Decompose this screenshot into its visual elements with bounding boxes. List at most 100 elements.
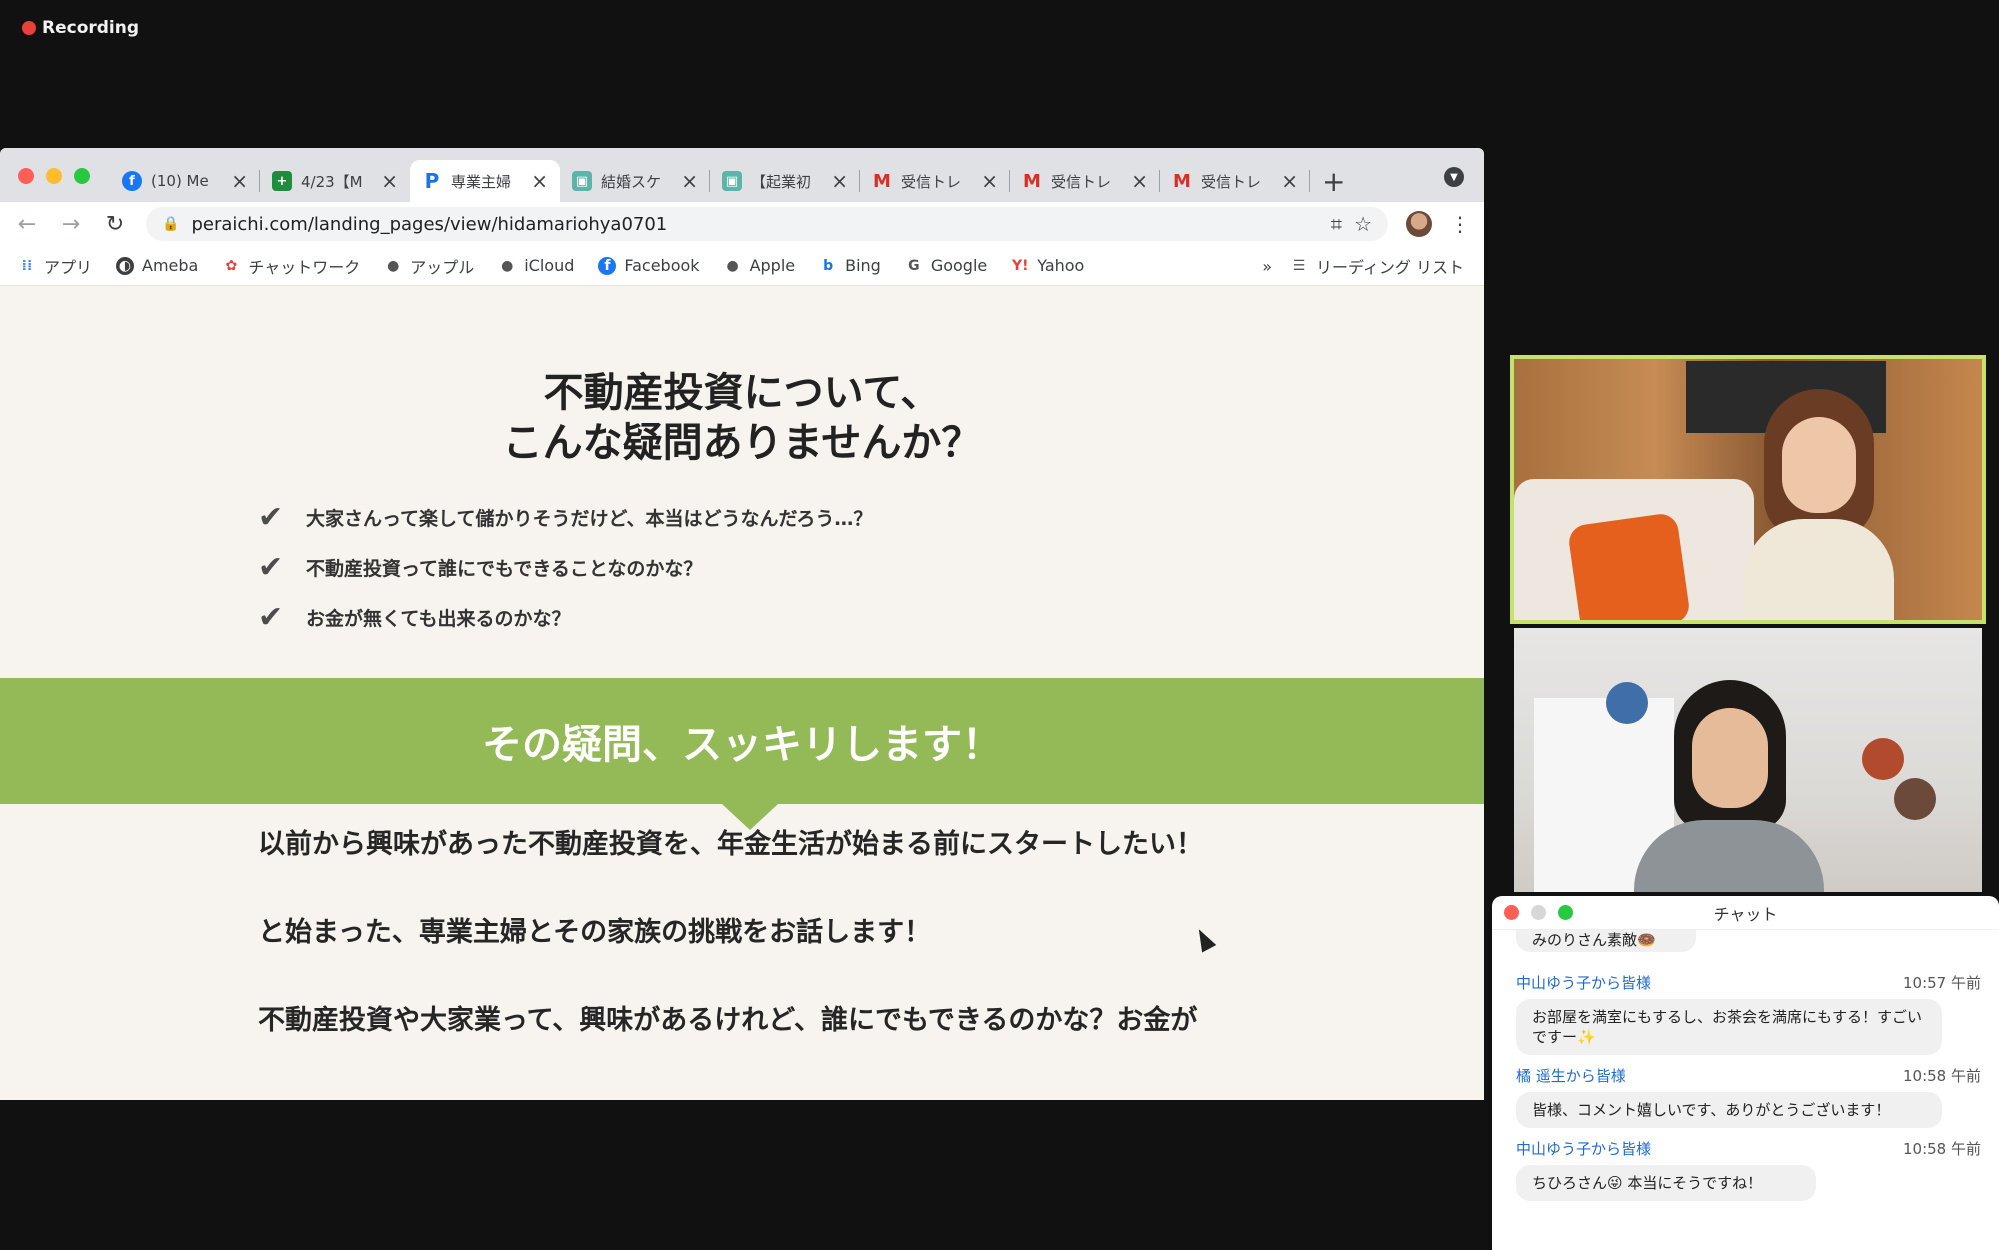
tab-label: 【起業初	[751, 172, 812, 191]
sheets-icon: +	[272, 171, 292, 191]
tab-search-icon[interactable]: ▼	[1444, 167, 1464, 187]
tab-label: 4/23【M	[301, 172, 363, 191]
tab-facebook[interactable]: f (10) Me ×	[110, 160, 260, 202]
bookmark-apps[interactable]: ⁞⁞ アプリ	[18, 254, 92, 278]
bookmarks-bar: ⁞⁞ アプリ ◐ Ameba ✿ チャットワーク ● アップル ● iCloud…	[0, 246, 1484, 286]
chat-bubble: ちひろさん😜 本当にそうですね！	[1516, 1165, 1816, 1201]
reading-list-icon: ☰	[1292, 258, 1306, 274]
bookmark-chatwork[interactable]: ✿ チャットワーク	[222, 254, 360, 278]
chat-timestamp: 10:57 午前	[1903, 974, 1981, 992]
shared-browser-window: f (10) Me × + 4/23【M × P 専業主婦 × ▣ 結婚スケ ×…	[0, 148, 1484, 1100]
minimize-window-button[interactable]	[46, 168, 62, 184]
profile-avatar[interactable]	[1406, 211, 1432, 237]
bookmark-label: Bing	[845, 256, 881, 275]
bookmark-label: Yahoo	[1037, 256, 1085, 275]
bookmarks-overflow-button[interactable]: »	[1262, 257, 1272, 276]
tab-label: 受信トレ	[901, 172, 962, 191]
gmail-icon: M	[1173, 170, 1191, 192]
chat-window-controls	[1504, 905, 1573, 920]
close-tab-icon[interactable]: ×	[381, 171, 398, 191]
bookmark-google[interactable]: G Google	[905, 256, 987, 275]
checklist-text: 不動産投資って誰にでもできることなのかな？	[306, 557, 703, 580]
close-tab-icon[interactable]: ×	[231, 171, 248, 191]
apps-grid-icon: ⁞⁞	[21, 257, 33, 274]
tab-gmail-1[interactable]: M 受信トレ ×	[860, 160, 1010, 202]
doc-icon: ▣	[572, 171, 592, 191]
doc-icon: ▣	[722, 171, 742, 191]
close-tab-icon[interactable]: ×	[531, 171, 548, 191]
gmail-icon: M	[873, 170, 891, 192]
question-checklist: ✔ 大家さんって楽して儲かりそうだけど、本当はどうなんだろう…？ ✔ 不動産投資…	[258, 492, 872, 642]
tab-peraichi-active[interactable]: P 専業主婦 ×	[410, 160, 560, 202]
participant-figure	[1744, 389, 1894, 620]
chatwork-icon: ✿	[225, 257, 238, 274]
chat-panel: チャット みのりさん素敵🍩 中山ゆう子から皆様 10:57 午前 お部屋を満室に…	[1492, 896, 1999, 1250]
close-window-button[interactable]	[18, 168, 34, 184]
recording-dot-icon	[22, 21, 36, 35]
bookmark-icloud[interactable]: ● iCloud	[498, 256, 574, 275]
forward-arrow-icon[interactable]: →	[58, 212, 84, 237]
minimize-chat-button[interactable]	[1531, 905, 1546, 920]
close-chat-button[interactable]	[1504, 905, 1519, 920]
new-tab-button[interactable]: +	[1322, 160, 1345, 202]
landing-page-content: 不動産投資について、 こんな疑問ありませんか？ ✔ 大家さんって楽して儲かりそう…	[0, 286, 1484, 1100]
body-paragraph-1: 以前から興味があった不動産投資を、年金生活が始まる前にスタートしたい！	[258, 829, 1203, 860]
tab-label: 受信トレ	[1051, 172, 1112, 191]
qr-code-icon[interactable]: ⌗	[1331, 212, 1342, 236]
tab-doc-2[interactable]: ▣ 【起業初 ×	[710, 160, 860, 202]
bookmark-ameba[interactable]: ◐ Ameba	[116, 256, 198, 275]
close-tab-icon[interactable]: ×	[831, 171, 848, 191]
bookmark-bing[interactable]: b Bing	[819, 256, 881, 275]
bookmark-star-icon[interactable]: ☆	[1354, 212, 1372, 236]
apple-icon: ●	[387, 257, 400, 274]
bookmark-label: チャットワーク	[248, 257, 361, 277]
bookmarks-right: » ☰ リーディング リスト	[1262, 246, 1464, 286]
tab-doc-1[interactable]: ▣ 結婚スケ ×	[560, 160, 710, 202]
bookmark-facebook[interactable]: f Facebook	[598, 256, 700, 275]
chat-message-list[interactable]: みのりさん素敵🍩 中山ゆう子から皆様 10:57 午前 お部屋を満室にもするし、…	[1492, 930, 1999, 1201]
bookmark-apple-jp[interactable]: ● アップル	[384, 254, 474, 278]
tab-bar: f (10) Me × + 4/23【M × P 専業主婦 × ▣ 結婚スケ ×…	[0, 148, 1484, 202]
tab-label: 結婚スケ	[601, 172, 662, 191]
bing-icon: b	[823, 257, 834, 274]
close-tab-icon[interactable]: ×	[681, 171, 698, 191]
checklist-item: ✔ 大家さんって楽して儲かりそうだけど、本当はどうなんだろう…？	[258, 492, 872, 542]
heading-line-2: こんな疑問ありませんか？	[502, 420, 982, 466]
tab-sheets[interactable]: + 4/23【M ×	[260, 160, 410, 202]
close-tab-icon[interactable]: ×	[1131, 171, 1148, 191]
tab-gmail-3[interactable]: M 受信トレ ×	[1160, 160, 1310, 202]
apple-icon: ●	[501, 257, 514, 274]
bookmark-label: アップル	[410, 257, 475, 277]
back-arrow-icon[interactable]: ←	[14, 212, 40, 237]
chat-sender[interactable]: 中山ゆう子から皆様	[1516, 1138, 1651, 1159]
close-tab-icon[interactable]: ×	[1281, 171, 1298, 191]
recording-indicator: Recording	[22, 18, 139, 38]
maximize-chat-button[interactable]	[1558, 905, 1573, 920]
bookmark-label: Google	[930, 256, 988, 275]
facebook-icon: f	[122, 171, 142, 191]
participant-video[interactable]	[1514, 628, 1982, 892]
chat-sender[interactable]: 橘 遥生から皆様	[1516, 1065, 1626, 1086]
tab-gmail-2[interactable]: M 受信トレ ×	[1010, 160, 1160, 202]
active-speaker-video[interactable]	[1510, 355, 1986, 624]
bookmark-apple[interactable]: ● Apple	[724, 256, 795, 275]
chat-timestamp: 10:58 午前	[1903, 1140, 1981, 1158]
chat-bubble-truncated: みのりさん素敵🍩	[1516, 930, 1696, 952]
checkmark-icon: ✔	[258, 499, 284, 535]
close-tab-icon[interactable]: ×	[981, 171, 998, 191]
more-menu-icon[interactable]: ⋮	[1450, 212, 1470, 236]
reload-icon[interactable]: ↻	[102, 212, 128, 237]
lock-icon: 🔒	[162, 216, 180, 232]
chat-sender[interactable]: 中山ゆう子から皆様	[1516, 972, 1651, 993]
chat-message: 中山ゆう子から皆様 10:58 午前 ちひろさん😜 本当にそうですね！	[1516, 1138, 1981, 1201]
bookmark-yahoo[interactable]: Y! Yahoo	[1011, 256, 1084, 275]
reading-list-button[interactable]: ☰ リーディング リスト	[1290, 254, 1464, 278]
video-background-pillow	[1566, 511, 1692, 620]
google-icon: G	[908, 257, 920, 274]
tab-label: (10) Me	[151, 172, 209, 190]
body-paragraph-2: と始まった、専業主婦とその家族の挑戦をお話します！	[258, 917, 932, 948]
address-bar[interactable]: 🔒 peraichi.com/landing_pages/view/hidama…	[146, 207, 1388, 241]
maximize-window-button[interactable]	[74, 168, 90, 184]
tab-label: 受信トレ	[1201, 172, 1262, 191]
answer-banner: その疑問、スッキリします！	[0, 678, 1484, 804]
